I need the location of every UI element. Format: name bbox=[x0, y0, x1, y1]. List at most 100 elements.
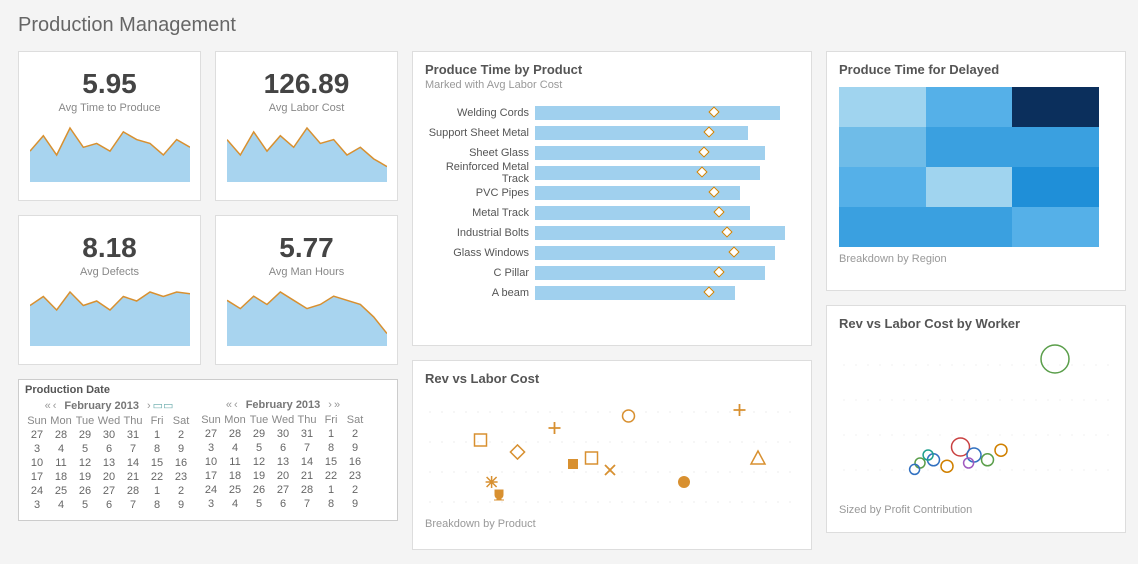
calendar-day[interactable]: 22 bbox=[145, 470, 169, 484]
calendar-prev-month-icon[interactable]: ‹ bbox=[234, 399, 238, 411]
calendar-day[interactable]: 28 bbox=[223, 427, 247, 441]
calendar-day[interactable]: 10 bbox=[25, 456, 49, 470]
kpi-avg-man-hours[interactable]: 5.77 Avg Man Hours bbox=[215, 215, 398, 365]
calendar-day[interactable]: 25 bbox=[49, 484, 73, 498]
calendar-day[interactable]: 11 bbox=[49, 456, 73, 470]
calendar-day[interactable]: 17 bbox=[25, 470, 49, 484]
calendar-day[interactable]: 23 bbox=[169, 470, 193, 484]
produce-time-by-product-card[interactable]: Produce Time by Product Marked with Avg … bbox=[412, 51, 812, 346]
calendar-prev-month-icon[interactable]: ‹ bbox=[53, 400, 57, 412]
calendar-day[interactable]: 28 bbox=[121, 484, 145, 498]
calendar-day[interactable]: 5 bbox=[247, 441, 271, 455]
calendar-day[interactable]: 16 bbox=[343, 455, 367, 469]
calendar-day[interactable]: 7 bbox=[121, 498, 145, 512]
calendar-day[interactable]: 21 bbox=[121, 470, 145, 484]
calendar-day[interactable]: 9 bbox=[343, 441, 367, 455]
calendar-day[interactable]: 12 bbox=[73, 456, 97, 470]
calendar-day[interactable]: 12 bbox=[247, 455, 271, 469]
rev-vs-labor-cost-card[interactable]: Rev vs Labor Cost Breakdown by Product bbox=[412, 360, 812, 550]
calendar-day[interactable]: 9 bbox=[343, 497, 367, 511]
calendar-day[interactable]: 4 bbox=[223, 441, 247, 455]
calendar-day[interactable]: 5 bbox=[73, 442, 97, 456]
calendar-day[interactable]: 10 bbox=[199, 455, 223, 469]
calendar-day[interactable]: 3 bbox=[25, 498, 49, 512]
calendar-day[interactable]: 1 bbox=[319, 427, 343, 441]
calendar-day[interactable]: 8 bbox=[145, 498, 169, 512]
calendar-day[interactable]: 6 bbox=[271, 497, 295, 511]
calendar-day[interactable]: 7 bbox=[295, 441, 319, 455]
calendar-day[interactable]: 27 bbox=[271, 483, 295, 497]
calendar-next-month-icon[interactable]: › bbox=[147, 400, 151, 412]
calendar-day[interactable]: 27 bbox=[97, 484, 121, 498]
calendar-day[interactable]: 3 bbox=[25, 442, 49, 456]
calendar-day[interactable]: 5 bbox=[247, 497, 271, 511]
calendar-day[interactable]: 26 bbox=[247, 483, 271, 497]
calendar-day[interactable]: 31 bbox=[295, 427, 319, 441]
calendar-day[interactable]: 15 bbox=[145, 456, 169, 470]
calendar-day[interactable]: 15 bbox=[319, 455, 343, 469]
calendar-day[interactable]: 2 bbox=[169, 428, 193, 442]
calendar-next-year-icon[interactable]: » bbox=[334, 399, 340, 411]
calendar-day[interactable]: 13 bbox=[271, 455, 295, 469]
kpi-avg-defects[interactable]: 8.18 Avg Defects bbox=[18, 215, 201, 365]
calendar-next-month-icon[interactable]: › bbox=[328, 399, 332, 411]
calendar-day[interactable]: 5 bbox=[73, 498, 97, 512]
calendar-day[interactable]: 1 bbox=[145, 428, 169, 442]
calendar-day[interactable]: 13 bbox=[97, 456, 121, 470]
calendar-day[interactable]: 14 bbox=[295, 455, 319, 469]
calendar-day[interactable]: 28 bbox=[295, 483, 319, 497]
calendar-day[interactable]: 19 bbox=[247, 469, 271, 483]
calendar-day[interactable]: 4 bbox=[49, 442, 73, 456]
calendar-day[interactable]: 3 bbox=[199, 497, 223, 511]
calendar-day[interactable]: 20 bbox=[271, 469, 295, 483]
rev-vs-labor-by-worker-card[interactable]: Rev vs Labor Cost by Worker Sized by Pro… bbox=[826, 305, 1126, 533]
kpi-avg-labor-cost[interactable]: 126.89 Avg Labor Cost bbox=[215, 51, 398, 201]
calendar-day[interactable]: 30 bbox=[271, 427, 295, 441]
calendar-day[interactable]: 28 bbox=[49, 428, 73, 442]
calendar-day[interactable]: 2 bbox=[169, 484, 193, 498]
calendar-day[interactable]: 9 bbox=[169, 442, 193, 456]
calendar-day[interactable]: 9 bbox=[169, 498, 193, 512]
calendar-day[interactable]: 2 bbox=[343, 427, 367, 441]
calendar-day[interactable]: 8 bbox=[319, 497, 343, 511]
calendar-prev-year-icon[interactable]: « bbox=[226, 399, 232, 411]
calendar-day[interactable]: 26 bbox=[73, 484, 97, 498]
calendar-day[interactable]: 19 bbox=[73, 470, 97, 484]
calendar-day[interactable]: 4 bbox=[223, 497, 247, 511]
calendar-day[interactable]: 11 bbox=[223, 455, 247, 469]
calendar-day[interactable]: 7 bbox=[121, 442, 145, 456]
calendar-day[interactable]: 18 bbox=[223, 469, 247, 483]
calendar-day[interactable]: 6 bbox=[271, 441, 295, 455]
calendar-day[interactable]: 16 bbox=[169, 456, 193, 470]
calendar-day[interactable]: 3 bbox=[199, 441, 223, 455]
calendar-day[interactable]: 14 bbox=[121, 456, 145, 470]
calendar-prev-year-icon[interactable]: « bbox=[45, 400, 51, 412]
calendar-day[interactable]: 31 bbox=[121, 428, 145, 442]
calendar-day[interactable]: 29 bbox=[73, 428, 97, 442]
produce-time-delayed-card[interactable]: Produce Time for Delayed Breakdown by Re… bbox=[826, 51, 1126, 291]
calendar-day[interactable]: 30 bbox=[97, 428, 121, 442]
production-date-filter[interactable]: Production Date «‹February 2013›▭▭SunMon… bbox=[18, 379, 398, 521]
calendar-day[interactable]: 25 bbox=[223, 483, 247, 497]
calendar-day[interactable]: 7 bbox=[295, 497, 319, 511]
calendar-day[interactable]: 6 bbox=[97, 442, 121, 456]
calendar-day[interactable]: 27 bbox=[199, 427, 223, 441]
calendar-day[interactable]: 18 bbox=[49, 470, 73, 484]
calendar-day[interactable]: 29 bbox=[247, 427, 271, 441]
calendar-day[interactable]: 8 bbox=[319, 441, 343, 455]
calendar-day[interactable]: 1 bbox=[319, 483, 343, 497]
calendar-day[interactable]: 21 bbox=[295, 469, 319, 483]
calendar-day[interactable]: 27 bbox=[25, 428, 49, 442]
calendar-day[interactable]: 1 bbox=[145, 484, 169, 498]
kpi-avg-time[interactable]: 5.95 Avg Time to Produce bbox=[18, 51, 201, 201]
calendar-day[interactable]: 23 bbox=[343, 469, 367, 483]
calendar-day[interactable]: 6 bbox=[97, 498, 121, 512]
calendar-day[interactable]: 24 bbox=[199, 483, 223, 497]
calendar-day[interactable]: 2 bbox=[343, 483, 367, 497]
calendar-day[interactable]: 20 bbox=[97, 470, 121, 484]
calendar-day[interactable]: 4 bbox=[49, 498, 73, 512]
calendar-day[interactable]: 8 bbox=[145, 442, 169, 456]
calendar-day[interactable]: 24 bbox=[25, 484, 49, 498]
calendar-day[interactable]: 17 bbox=[199, 469, 223, 483]
calendar-day[interactable]: 22 bbox=[319, 469, 343, 483]
